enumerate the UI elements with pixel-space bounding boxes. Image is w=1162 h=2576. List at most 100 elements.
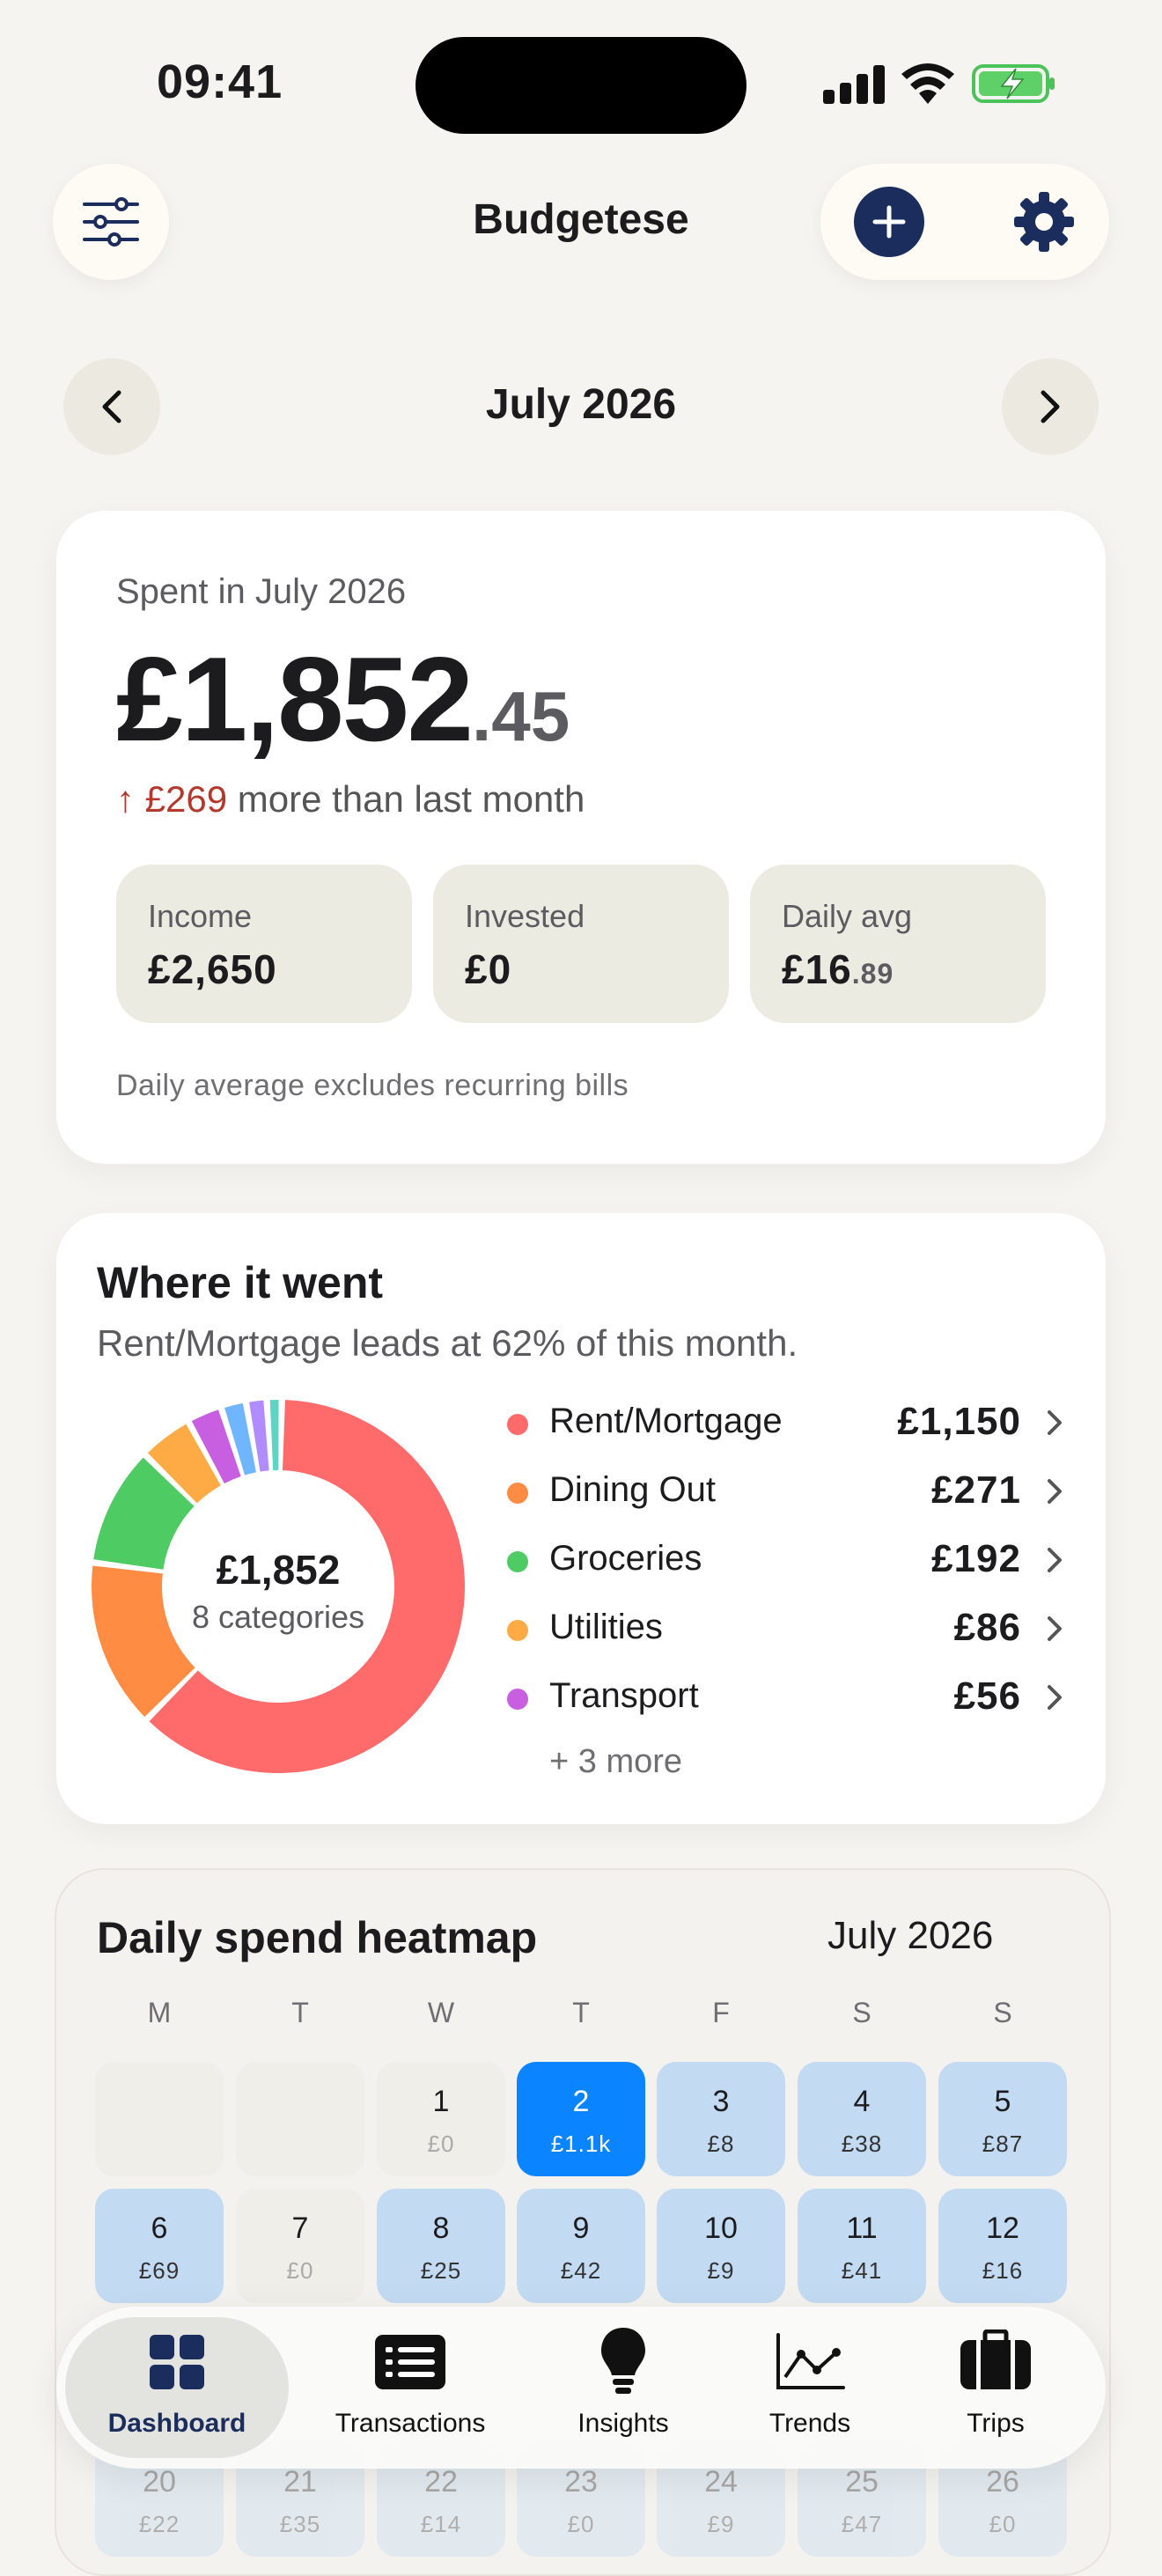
day-number: 23 bbox=[564, 2465, 598, 2499]
day-amount: £25 bbox=[420, 2257, 462, 2284]
legend-row-transport[interactable]: Transport £56 bbox=[507, 1671, 1070, 1724]
legend-row-rent-mortgage[interactable]: Rent/Mortgage £1,150 bbox=[507, 1396, 1070, 1449]
day-amount: £8 bbox=[707, 2131, 735, 2157]
stat-value: £0 bbox=[465, 946, 512, 992]
legend-label: Groceries bbox=[549, 1539, 702, 1578]
chevron-right-icon bbox=[1048, 1685, 1062, 1710]
day-number: 20 bbox=[143, 2465, 176, 2499]
heatmap-day-cell[interactable]: 4 £38 bbox=[798, 2062, 926, 2176]
tab-dashboard[interactable]: Dashboard bbox=[56, 2307, 298, 2469]
legend-amount: £86 bbox=[953, 1606, 1021, 1649]
day-number: 8 bbox=[432, 2212, 450, 2245]
donut-slice-other-3[interactable] bbox=[269, 1400, 279, 1471]
weekday-label: W bbox=[427, 1997, 455, 2028]
day-number: 6 bbox=[151, 2212, 168, 2245]
arrow-up-icon: ↑ bbox=[116, 778, 135, 820]
stat-label: Income bbox=[148, 898, 253, 934]
donut-total: £1,852 bbox=[216, 1547, 341, 1593]
chevron-right-icon bbox=[1048, 1410, 1062, 1435]
suitcase-icon bbox=[960, 2329, 1031, 2389]
heatmap-day-cell[interactable]: 2 £1.1k bbox=[517, 2062, 645, 2176]
day-amount: £38 bbox=[841, 2131, 883, 2157]
legend-swatch bbox=[507, 1483, 528, 1504]
stat-value: £16.89 bbox=[782, 946, 894, 992]
add-button[interactable] bbox=[854, 187, 924, 257]
legend-label: Rent/Mortgage bbox=[549, 1402, 783, 1440]
legend-swatch bbox=[507, 1620, 528, 1641]
section-title: Where it went bbox=[97, 1258, 384, 1307]
heatmap-day-cell[interactable]: 7 £0 bbox=[236, 2189, 364, 2303]
heatmap-day-cell[interactable]: 6 £69 bbox=[95, 2189, 224, 2303]
day-number: 25 bbox=[845, 2465, 879, 2499]
legend-amount: £56 bbox=[953, 1674, 1021, 1718]
chevron-right-icon bbox=[1048, 1616, 1062, 1641]
weekday-label: F bbox=[712, 1997, 730, 2028]
day-amount: £42 bbox=[560, 2257, 602, 2284]
legend-amount: £192 bbox=[931, 1537, 1021, 1580]
heatmap-day-cell[interactable]: 8 £25 bbox=[377, 2189, 505, 2303]
legend-row-dining-out[interactable]: Dining Out £271 bbox=[507, 1465, 1070, 1518]
tab-label: Dashboard bbox=[107, 2409, 246, 2438]
legend-swatch bbox=[507, 1414, 528, 1435]
trend-chart-icon bbox=[776, 2333, 845, 2389]
legend-row-groceries[interactable]: Groceries £192 bbox=[507, 1534, 1070, 1586]
wifi-icon bbox=[901, 63, 954, 104]
transactions-icon bbox=[375, 2335, 445, 2389]
day-number: 24 bbox=[704, 2465, 738, 2499]
day-number: 22 bbox=[424, 2465, 458, 2499]
delta-amount: £269 bbox=[144, 778, 228, 820]
day-number: 2 bbox=[572, 2085, 590, 2118]
day-number: 26 bbox=[986, 2465, 1019, 2499]
heatmap-day-cell[interactable]: 1 £0 bbox=[377, 2062, 505, 2176]
heatmap-empty-cell bbox=[236, 2062, 364, 2176]
stat-income[interactable]: Income £2,650 bbox=[116, 865, 412, 1023]
day-amount: £1.1k bbox=[550, 2131, 612, 2157]
heatmap-day-cell[interactable]: 5 £87 bbox=[938, 2062, 1067, 2176]
tab-label: Transactions bbox=[335, 2409, 486, 2438]
heatmap-day-cell[interactable]: 3 £8 bbox=[657, 2062, 785, 2176]
legend-amount: £271 bbox=[931, 1468, 1021, 1512]
tab-label: Trends bbox=[769, 2409, 851, 2438]
tab-trips[interactable]: Trips bbox=[912, 2307, 1079, 2469]
legend-row-utilities[interactable]: Utilities £86 bbox=[507, 1602, 1070, 1655]
heatmap-day-cell[interactable]: 10 £9 bbox=[657, 2189, 785, 2303]
spent-label: Spent in July 2026 bbox=[116, 572, 407, 611]
day-number: 10 bbox=[704, 2212, 738, 2245]
weekday-label: T bbox=[291, 1997, 309, 2028]
chevron-right-icon bbox=[1041, 390, 1060, 423]
day-number: 9 bbox=[572, 2212, 590, 2245]
day-number: 3 bbox=[712, 2085, 730, 2118]
legend-label: Utilities bbox=[549, 1608, 663, 1646]
stat-daily-avg[interactable]: Daily avg £16.89 bbox=[750, 865, 1046, 1023]
legend-swatch bbox=[507, 1551, 528, 1572]
tab-insights[interactable]: Insights bbox=[541, 2307, 706, 2469]
tab-trends[interactable]: Trends bbox=[727, 2307, 893, 2469]
tab-transactions[interactable]: Transactions bbox=[305, 2307, 516, 2469]
day-amount: £0 bbox=[286, 2257, 314, 2284]
day-amount: £69 bbox=[138, 2257, 180, 2284]
chevron-right-icon bbox=[1048, 1548, 1062, 1572]
gear-icon bbox=[1014, 192, 1074, 252]
stat-value: £2,650 bbox=[148, 946, 277, 992]
heatmap-day-cell[interactable]: 11 £41 bbox=[798, 2189, 926, 2303]
day-amount: £9 bbox=[707, 2257, 735, 2284]
day-number: 4 bbox=[853, 2085, 871, 2118]
lightbulb-icon bbox=[601, 2328, 645, 2394]
legend-label: Dining Out bbox=[549, 1470, 716, 1509]
spent-amount: £1,852.45 bbox=[116, 630, 570, 768]
day-number: 21 bbox=[283, 2465, 317, 2499]
more-categories-link[interactable]: + 3 more bbox=[549, 1743, 682, 1781]
next-month-button[interactable] bbox=[1002, 358, 1099, 455]
cellular-signal-icon bbox=[823, 63, 885, 104]
weekday-label: M bbox=[147, 1997, 172, 2028]
donut-category-count: 8 categories bbox=[191, 1599, 365, 1635]
stat-invested[interactable]: Invested £0 bbox=[433, 865, 729, 1023]
battery-charging-icon bbox=[972, 64, 1055, 103]
month-title: July 2026 bbox=[485, 381, 677, 428]
settings-button[interactable] bbox=[1009, 187, 1079, 257]
heatmap-day-cell[interactable]: 9 £42 bbox=[517, 2189, 645, 2303]
day-amount: £41 bbox=[841, 2257, 883, 2284]
stat-label: Daily avg bbox=[782, 898, 913, 934]
plus-icon bbox=[872, 205, 906, 239]
heatmap-day-cell[interactable]: 12 £16 bbox=[938, 2189, 1067, 2303]
